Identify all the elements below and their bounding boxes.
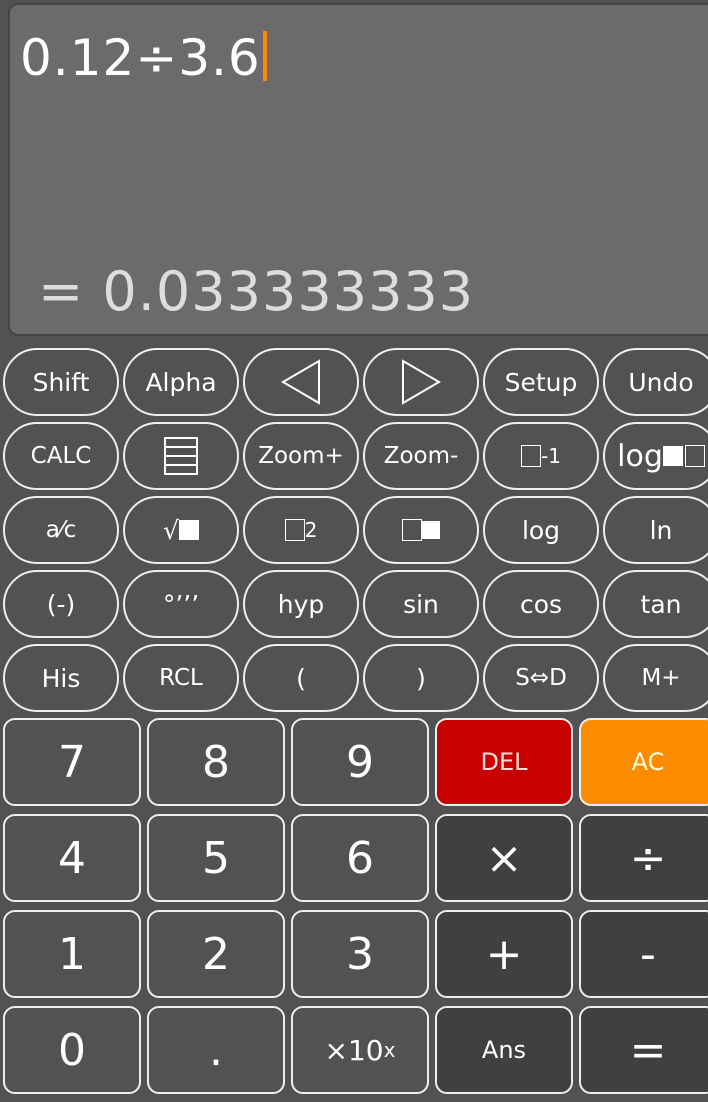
- open-paren-button[interactable]: (: [243, 644, 359, 712]
- cursor-left-button[interactable]: [243, 348, 359, 416]
- degree-button[interactable]: °’’’: [123, 570, 239, 638]
- right-arrow-icon: [402, 359, 441, 405]
- s-d-toggle-button[interactable]: S⇔D: [483, 644, 599, 712]
- memory-plus-button[interactable]: M+: [603, 644, 708, 712]
- sqrt-icon: [178, 520, 199, 540]
- text-cursor: [262, 31, 267, 81]
- inverse-exponent: -1: [541, 444, 561, 468]
- plus-button[interactable]: +: [435, 910, 573, 998]
- fraction-button[interactable]: a⁄c: [3, 496, 119, 564]
- expression[interactable]: 0.12÷3.6: [20, 29, 267, 87]
- function-keys: Shift Alpha Setup Undo CALC Zoom+ Zoom- …: [3, 348, 708, 712]
- divide-button[interactable]: ÷: [579, 814, 708, 902]
- cos-button[interactable]: cos: [483, 570, 599, 638]
- history-button[interactable]: His: [3, 644, 119, 712]
- square-exponent: 2: [304, 518, 318, 542]
- key-7[interactable]: 7: [3, 718, 141, 806]
- display: 0.12÷3.6 = 0.033333333: [8, 3, 708, 336]
- hyp-button[interactable]: hyp: [243, 570, 359, 638]
- power-icon: [402, 519, 422, 541]
- exponent-label: ×10: [324, 1033, 384, 1067]
- table-button[interactable]: [123, 422, 239, 490]
- expression-text: 0.12÷3.6: [20, 29, 261, 87]
- square-icon: [284, 519, 305, 541]
- log-arg-box-icon: [684, 445, 705, 467]
- square-button[interactable]: 2: [243, 496, 359, 564]
- negative-button[interactable]: (-): [3, 570, 119, 638]
- close-paren-button[interactable]: ): [363, 644, 479, 712]
- exponent-sup: x: [383, 1038, 396, 1062]
- shift-button[interactable]: Shift: [3, 348, 119, 416]
- key-4[interactable]: 4: [3, 814, 141, 902]
- result: = 0.033333333: [38, 260, 475, 323]
- delete-button[interactable]: DEL: [435, 718, 573, 806]
- zoom-in-button[interactable]: Zoom+: [243, 422, 359, 490]
- sin-button[interactable]: sin: [363, 570, 479, 638]
- power-button[interactable]: [363, 496, 479, 564]
- exponent-button[interactable]: ×10 x: [291, 1006, 429, 1094]
- decimal-point-button[interactable]: .: [147, 1006, 285, 1094]
- log-button[interactable]: log: [483, 496, 599, 564]
- inverse-button[interactable]: -1: [483, 422, 599, 490]
- key-6[interactable]: 6: [291, 814, 429, 902]
- log-base-icon: [662, 446, 683, 466]
- keypad: 7 8 9 DEL AC 4 5 6 × ÷ 1 2 3 + - 0 . ×10…: [3, 718, 708, 1094]
- key-2[interactable]: 2: [147, 910, 285, 998]
- left-arrow-icon: [281, 359, 320, 405]
- sqrt-label: √: [163, 515, 179, 545]
- undo-button[interactable]: Undo: [603, 348, 708, 416]
- key-0[interactable]: 0: [3, 1006, 141, 1094]
- zoom-out-button[interactable]: Zoom-: [363, 422, 479, 490]
- calc-button[interactable]: CALC: [3, 422, 119, 490]
- log-base-label: log: [617, 438, 663, 474]
- inverse-icon: [521, 445, 542, 467]
- recall-button[interactable]: RCL: [123, 644, 239, 712]
- table-icon: [164, 437, 198, 475]
- equals-button[interactable]: =: [579, 1006, 708, 1094]
- all-clear-button[interactable]: AC: [579, 718, 708, 806]
- ln-button[interactable]: ln: [603, 496, 708, 564]
- key-8[interactable]: 8: [147, 718, 285, 806]
- alpha-button[interactable]: Alpha: [123, 348, 239, 416]
- key-5[interactable]: 5: [147, 814, 285, 902]
- key-9[interactable]: 9: [291, 718, 429, 806]
- multiply-button[interactable]: ×: [435, 814, 573, 902]
- power-exponent-icon: [422, 521, 440, 539]
- cursor-right-button[interactable]: [363, 348, 479, 416]
- log-base-button[interactable]: log: [603, 422, 708, 490]
- tan-button[interactable]: tan: [603, 570, 708, 638]
- sqrt-button[interactable]: √: [123, 496, 239, 564]
- setup-button[interactable]: Setup: [483, 348, 599, 416]
- key-3[interactable]: 3: [291, 910, 429, 998]
- answer-button[interactable]: Ans: [435, 1006, 573, 1094]
- minus-button[interactable]: -: [579, 910, 708, 998]
- key-1[interactable]: 1: [3, 910, 141, 998]
